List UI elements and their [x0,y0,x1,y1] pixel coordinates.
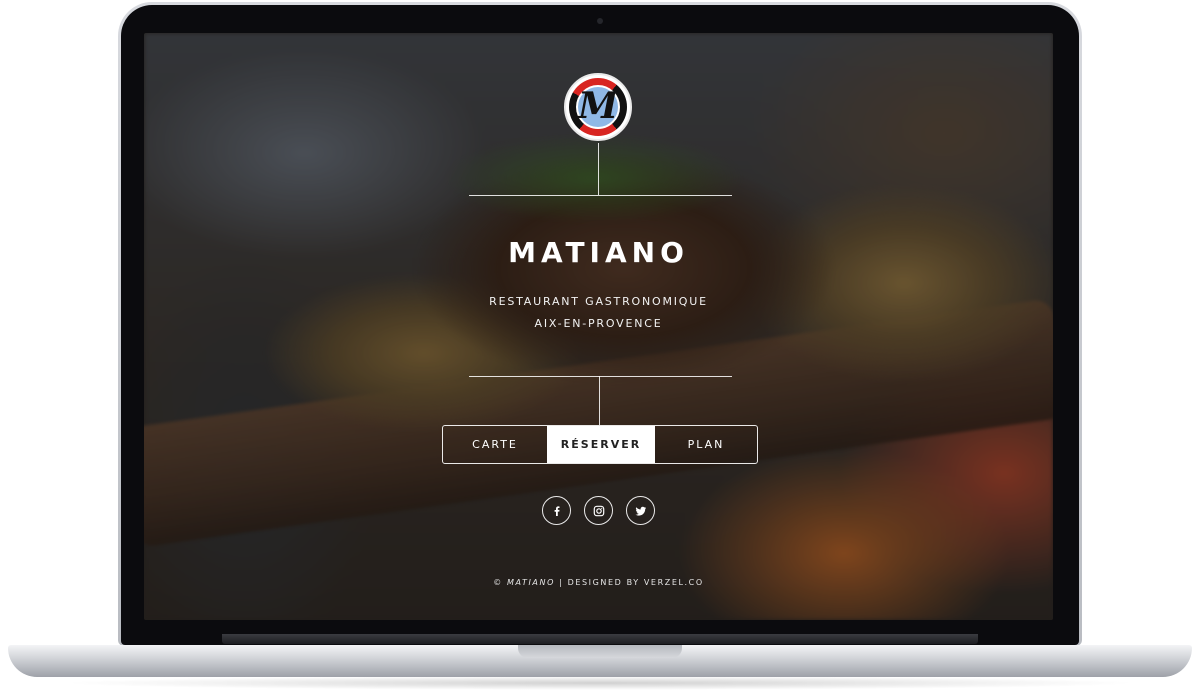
website-screen: M MATIANO RESTAURANT GASTRONOMIQUE AIX-E… [144,33,1053,620]
restaurant-logo[interactable]: M [564,73,632,141]
logo-letter: M [578,85,618,127]
footer-brand: MATIANO [506,578,555,587]
laptop-shadow [60,676,1140,690]
footer-credit: © MATIANO | DESIGNED BY VERZEL.CO [144,578,1053,587]
laptop-hinge [222,634,978,644]
instagram-icon[interactable] [584,496,613,525]
nav-button-reserver[interactable]: RÉSERVER [547,426,655,463]
footer-designer-credit[interactable]: | DESIGNED BY VERZEL.CO [559,578,704,587]
divider-vertical-bottom [599,376,600,425]
divider-horizontal-top [469,195,732,196]
nav-button-plan[interactable]: PLAN [655,426,757,463]
subtitle-line-1: RESTAURANT GASTRONOMIQUE [489,295,708,308]
divider-horizontal-bottom [469,376,732,377]
nav-button-carte[interactable]: CARTE [443,426,547,463]
footer-copyright: © [493,578,503,587]
divider-vertical-top [598,143,599,195]
logo-ring: M [569,78,627,136]
social-links [144,496,1053,525]
site-title: MATIANO [508,236,689,269]
laptop-mockup: M MATIANO RESTAURANT GASTRONOMIQUE AIX-E… [0,0,1200,695]
hero-content: M MATIANO RESTAURANT GASTRONOMIQUE AIX-E… [144,33,1053,620]
twitter-icon[interactable] [626,496,655,525]
subtitle-line-2: AIX-EN-PROVENCE [534,317,663,330]
laptop-notch [518,645,682,658]
camera-icon [597,18,603,24]
facebook-icon[interactable] [542,496,571,525]
main-nav: CARTE RÉSERVER PLAN [442,425,758,464]
